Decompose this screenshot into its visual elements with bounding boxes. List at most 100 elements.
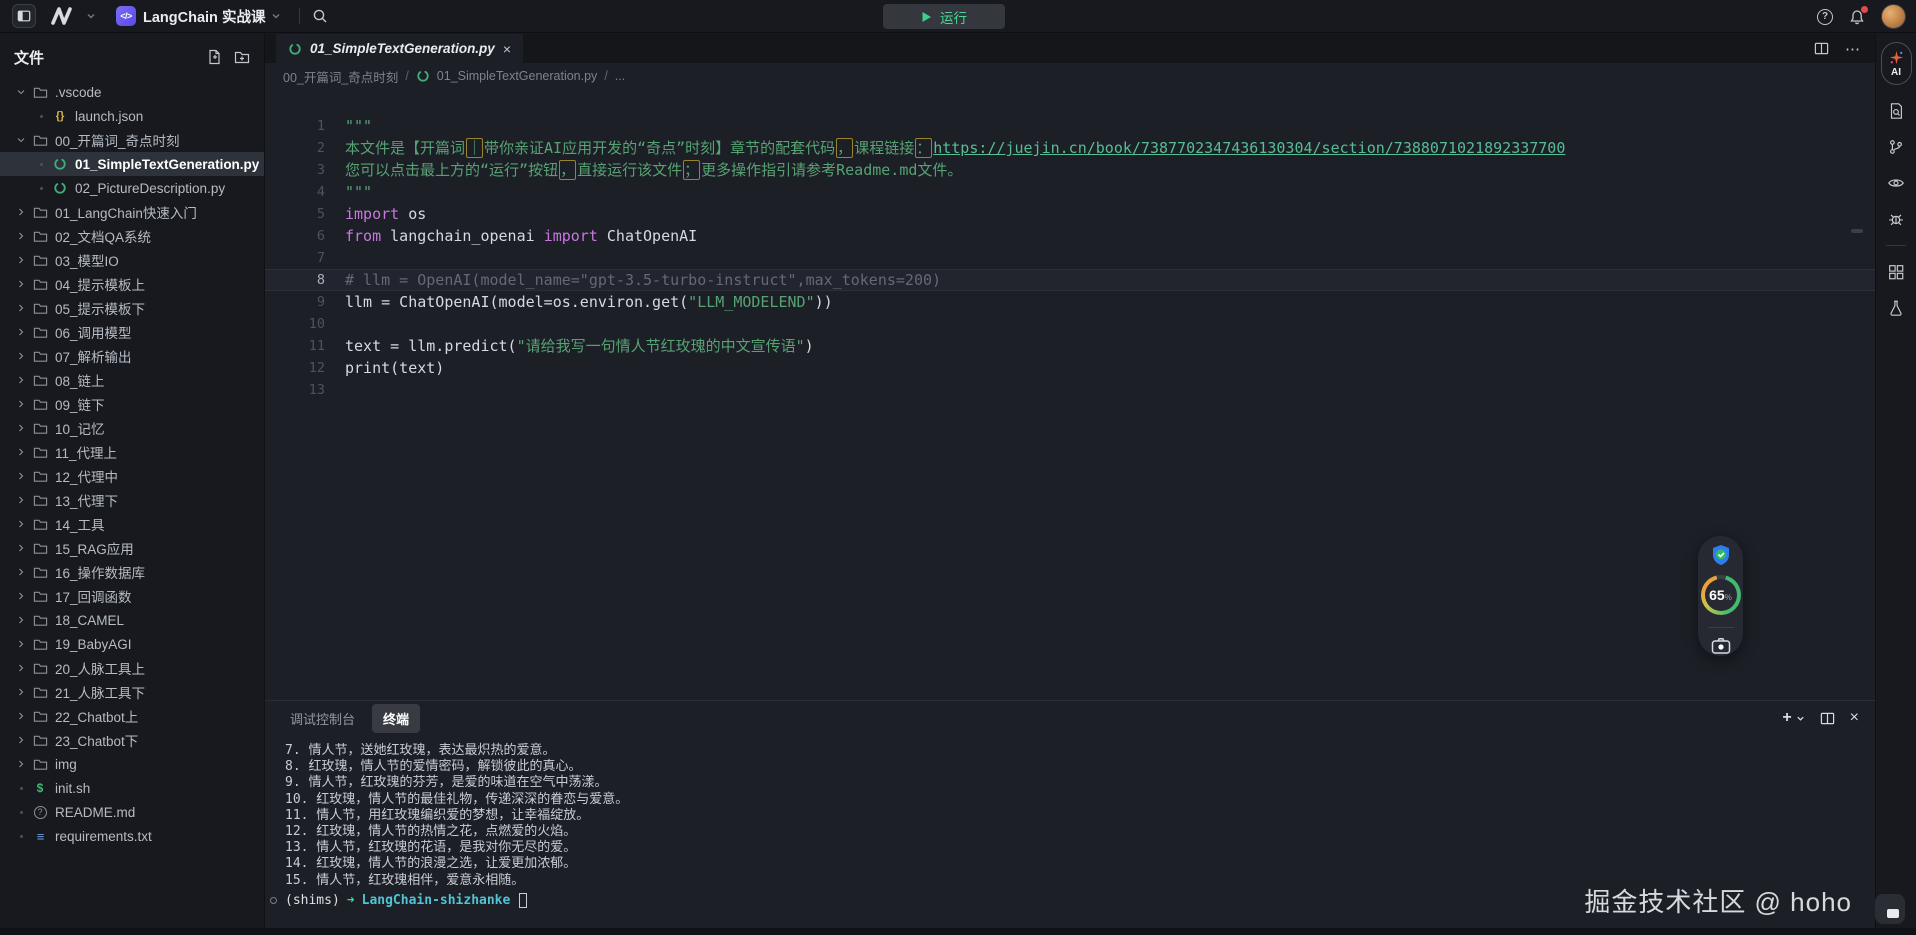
tree-folder-item[interactable]: 00_开篇词_奇点时刻 — [0, 128, 264, 152]
code-line[interactable]: 11text = llm.predict("请给我写一句情人节红玫瑰的中文宣传语… — [265, 335, 1875, 357]
tree-item-label: 07_解析输出 — [55, 346, 132, 366]
code-line[interactable]: 9llm = ChatOpenAI(model=os.environ.get("… — [265, 291, 1875, 313]
tree-folder-item[interactable]: 05_提示模板下 — [0, 296, 264, 320]
progress-value: 65 % — [1701, 575, 1741, 615]
tree-folder-item[interactable]: 09_链下 — [0, 392, 264, 416]
run-button[interactable]: 运行 — [883, 4, 1005, 29]
explorer-title: 文件 — [14, 47, 206, 68]
file-bullet — [32, 115, 50, 118]
new-terminal-button[interactable]: + — [1782, 709, 1804, 727]
text-file-icon: ≡ — [30, 829, 50, 844]
tree-folder-item[interactable]: 14_工具 — [0, 512, 264, 536]
editor-scrollbar-thumb[interactable] — [1851, 229, 1863, 233]
breadcrumb-item[interactable]: ... — [615, 69, 625, 83]
tree-folder-item[interactable]: 20_人脉工具上 — [0, 656, 264, 680]
tree-folder-item[interactable]: img — [0, 752, 264, 776]
panel-tab-terminal[interactable]: 终端 — [372, 704, 420, 733]
code-line[interactable]: 2本文件是【开篇词｜带你亲证AI应用开发的“奇点”时刻】章节的配套代码，课程链接… — [265, 137, 1875, 159]
preview-eye-icon[interactable] — [1886, 173, 1906, 193]
breadcrumb-item[interactable]: 00_开篇词_奇点时刻 — [283, 67, 398, 86]
code-line[interactable]: 8# llm = OpenAI(model_name="gpt-3.5-turb… — [265, 269, 1875, 291]
tree-folder-item[interactable]: 10_记忆 — [0, 416, 264, 440]
tree-folder-item[interactable]: .vscode — [0, 80, 264, 104]
logo-icon — [50, 7, 76, 25]
tree-file-item[interactable]: ≡requirements.txt — [0, 824, 264, 848]
tree-item-label: 19_BabyAGI — [55, 637, 132, 652]
tree-folder-item[interactable]: 22_Chatbot上 — [0, 704, 264, 728]
tree-folder-item[interactable]: 17_回调函数 — [0, 584, 264, 608]
debug-bug-icon[interactable] — [1886, 209, 1906, 229]
tree-file-item[interactable]: 01_SimpleTextGeneration.py — [0, 152, 264, 176]
tree-folder-item[interactable]: 11_代理上 — [0, 440, 264, 464]
pip-restore-icon[interactable] — [1875, 894, 1905, 924]
project-code-icon: </> — [116, 6, 136, 26]
tree-file-item[interactable]: $init.sh — [0, 776, 264, 800]
search-icon[interactable] — [312, 8, 328, 24]
tree-folder-item[interactable]: 02_文档QA系统 — [0, 224, 264, 248]
editor-tab[interactable]: 01_SimpleTextGeneration.py × — [276, 34, 523, 63]
code-line[interactable]: 3您可以点击最上方的“运行”按钮，直接运行该文件；更多操作指引请参考Readme… — [265, 159, 1875, 181]
code-line[interactable]: 1""" — [265, 115, 1875, 137]
code-line[interactable]: 4""" — [265, 181, 1875, 203]
tree-folder-item[interactable]: 01_LangChain快速入门 — [0, 200, 264, 224]
tree-folder-item[interactable]: 18_CAMEL — [0, 608, 264, 632]
progress-ring[interactable]: 65 % — [1701, 575, 1741, 615]
app-logo[interactable] — [50, 7, 76, 25]
chevron-right-icon — [12, 638, 30, 650]
tree-folder-item[interactable]: 04_提示模板上 — [0, 272, 264, 296]
camera-icon[interactable] — [1711, 637, 1731, 655]
search-files-icon[interactable] — [1886, 101, 1906, 121]
more-actions-icon[interactable]: ⋯ — [1845, 40, 1861, 58]
tree-folder-item[interactable]: 13_代理下 — [0, 488, 264, 512]
prompt-env: (shims) — [285, 892, 340, 910]
tree-folder-item[interactable]: 21_人脉工具下 — [0, 680, 264, 704]
code-area[interactable]: 1"""2本文件是【开篇词｜带你亲证AI应用开发的“奇点”时刻】章节的配套代码，… — [265, 89, 1875, 700]
chevron-right-icon — [12, 518, 30, 530]
close-tab-icon[interactable]: × — [503, 42, 511, 56]
breadcrumb-item[interactable]: 01_SimpleTextGeneration.py — [437, 69, 598, 83]
close-panel-icon[interactable]: × — [1850, 709, 1859, 727]
tree-file-item[interactable]: ?README.md — [0, 800, 264, 824]
tree-item-label: 02_文档QA系统 — [55, 226, 151, 246]
tree-folder-item[interactable]: 07_解析输出 — [0, 344, 264, 368]
code-line[interactable]: 12print(text) — [265, 357, 1875, 379]
tree-folder-item[interactable]: 06_调用模型 — [0, 320, 264, 344]
tree-folder-item[interactable]: 16_操作数据库 — [0, 560, 264, 584]
split-editor-icon[interactable] — [1814, 41, 1829, 56]
notifications-bell-icon[interactable] — [1849, 9, 1865, 25]
tree-folder-item[interactable]: 08_链上 — [0, 368, 264, 392]
explorer-header: 文件 — [0, 34, 264, 80]
project-title[interactable]: LangChain 实战课 — [143, 6, 265, 27]
code-line[interactable]: 6from langchain_openai import ChatOpenAI — [265, 225, 1875, 247]
logo-chevron-icon[interactable] — [86, 11, 96, 21]
floating-extension-widget[interactable]: 65 % — [1698, 536, 1743, 656]
shield-check-icon[interactable] — [1711, 544, 1731, 566]
sidebar-toggle-button[interactable] — [12, 4, 36, 28]
extensions-icon[interactable] — [1886, 262, 1906, 282]
tree-folder-item[interactable]: 19_BabyAGI — [0, 632, 264, 656]
code-line[interactable]: 7 — [265, 247, 1875, 269]
ai-assistant-button[interactable]: AI — [1881, 42, 1912, 85]
new-file-icon[interactable] — [206, 49, 222, 65]
help-icon[interactable]: ? — [1817, 9, 1833, 25]
source-control-icon[interactable] — [1886, 137, 1906, 157]
tree-item-label: README.md — [55, 805, 135, 820]
testing-flask-icon[interactable] — [1886, 298, 1906, 318]
tree-folder-item[interactable]: 23_Chatbot下 — [0, 728, 264, 752]
panel-actions: + × — [1782, 701, 1859, 735]
tree-file-item[interactable]: 02_PictureDescription.py — [0, 176, 264, 200]
user-avatar[interactable] — [1881, 4, 1906, 29]
code-line[interactable]: 13 — [265, 379, 1875, 401]
chevron-right-icon — [12, 446, 30, 458]
split-terminal-icon[interactable] — [1820, 711, 1835, 726]
new-folder-icon[interactable] — [234, 49, 250, 65]
code-line[interactable]: 10 — [265, 313, 1875, 335]
tree-file-item[interactable]: {}launch.json — [0, 104, 264, 128]
file-bullet — [32, 187, 50, 190]
tree-folder-item[interactable]: 12_代理中 — [0, 464, 264, 488]
code-line[interactable]: 5import os — [265, 203, 1875, 225]
panel-tab-debug-console[interactable]: 调试控制台 — [279, 704, 366, 733]
project-chevron-icon[interactable] — [271, 11, 281, 21]
tree-folder-item[interactable]: 15_RAG应用 — [0, 536, 264, 560]
tree-folder-item[interactable]: 03_模型IO — [0, 248, 264, 272]
